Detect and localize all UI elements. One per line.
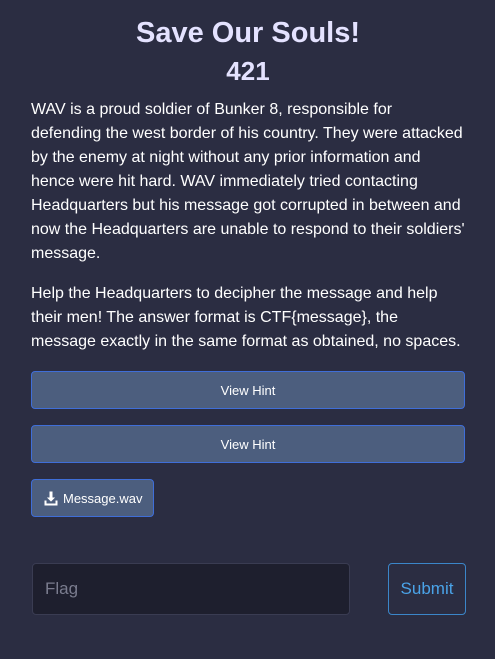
view-hint-button-1[interactable]: View Hint xyxy=(31,371,465,409)
download-icon xyxy=(44,491,58,506)
challenge-panel: Save Our Souls! 421 WAV is a proud soldi… xyxy=(0,0,495,659)
flag-submission-row: Submit xyxy=(32,563,466,615)
submit-button[interactable]: Submit xyxy=(388,563,466,615)
download-message-wav-button[interactable]: Message.wav xyxy=(31,479,155,517)
view-hint-button-2[interactable]: View Hint xyxy=(31,425,465,463)
challenge-description-paragraph-2: Help the Headquarters to decipher the me… xyxy=(31,285,461,350)
flag-input[interactable] xyxy=(32,563,350,615)
challenge-title: Save Our Souls! xyxy=(135,17,360,49)
challenge-description-paragraph-1: WAV is a proud soldier of Bunker 8, resp… xyxy=(31,101,465,262)
challenge-points: 421 xyxy=(226,56,270,86)
file-name-label: Message.wav xyxy=(63,490,143,506)
